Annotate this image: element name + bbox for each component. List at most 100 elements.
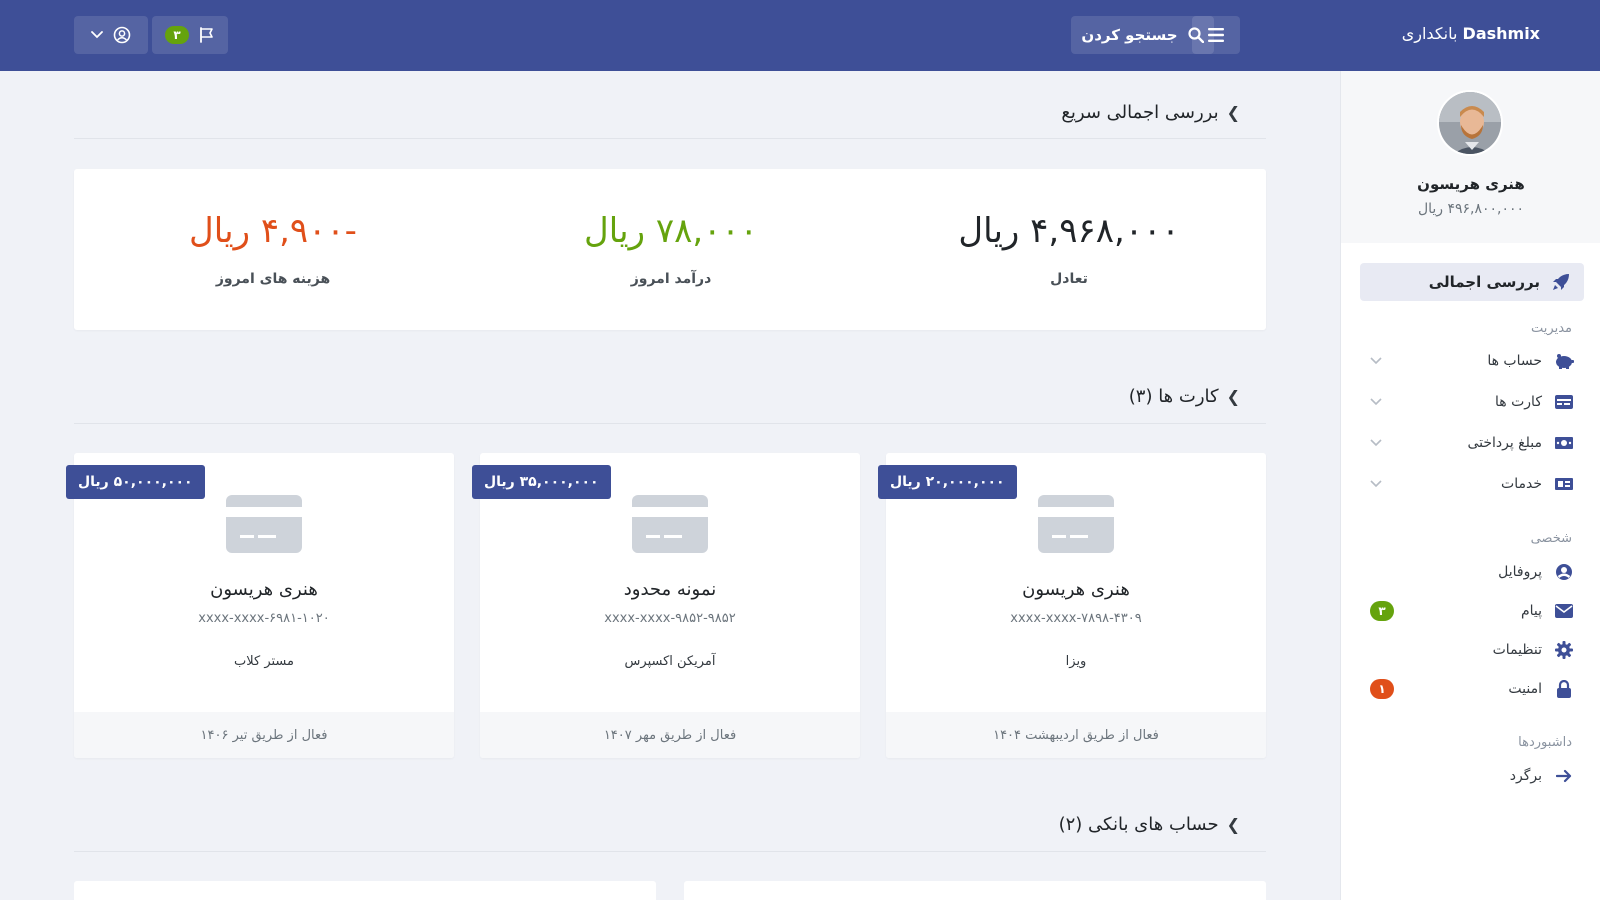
sidebar-item-accounts-label: حساب ها [1487,353,1542,369]
credit-card-icon [632,495,708,553]
card-footer: فعال از طریق مهر ۱۴۰۷ [480,712,860,758]
user-circle-icon [1554,562,1574,582]
card-holder-name: نمونه محدود [623,579,717,600]
credit-card-item[interactable]: ۳۵,۰۰۰,۰۰۰ ریال نمونه محدود xxxx-xxxx-۹۸… [472,453,860,758]
sidebar-heading-personal: شخصی [1530,531,1572,546]
user-circle-icon [113,26,131,44]
accounts-section-title[interactable]: ❯ حساب های بانکی (۲) [1059,814,1240,835]
sidebar-item-go-back[interactable]: برگرد [1360,761,1584,791]
sidebar-heading-dashboards: داشبوردها [1518,735,1572,750]
chevron-left-icon: ❯ [1226,815,1240,834]
divider [74,138,1266,139]
services-icon [1554,474,1574,494]
card-footer: فعال از طریق اردیبهشت ۱۴۰۴ [886,712,1266,758]
divider [74,423,1266,424]
gear-icon [1554,640,1574,660]
sidebar-item-settings-label: تنظیمات [1492,642,1542,658]
sidebar-item-overview-label: بررسی اجمالی [1428,273,1540,291]
sidebar-item-overview[interactable]: بررسی اجمالی [1360,263,1584,301]
chevron-down-icon[interactable] [1370,439,1382,447]
chevron-left-icon: ❯ [1226,387,1240,406]
piggy-bank-icon [1554,351,1574,371]
sidebar-item-profile[interactable]: پروفایل [1360,557,1584,587]
sidebar-item-settings[interactable]: تنظیمات [1360,635,1584,665]
sidebar-item-payments[interactable]: مبلغ پرداختی [1360,428,1584,458]
credit-card-item[interactable]: ۵۰,۰۰۰,۰۰۰ ریال هنری هریسون xxxx-xxxx-۶۹… [66,453,454,758]
notifications-badge: ۳ [165,26,189,44]
sidebar-item-services[interactable]: خدمات [1360,469,1584,499]
stat-expenses-label: هزینه های امروز [215,271,331,287]
sidebar-item-accounts[interactable]: حساب ها [1360,346,1584,376]
card-limit-ribbon: ۵۰,۰۰۰,۰۰۰ ریال [66,465,205,499]
credit-card-icon [1038,495,1114,553]
card-holder-name: هنری هریسون [210,579,318,600]
stat-balance-label: تعادل [1050,271,1088,287]
top-header: Dashmix بانکداری جستجو کردن ۳ [0,0,1600,71]
credit-card-icon [226,495,302,553]
money-bill-icon [1554,433,1574,453]
card-limit-ribbon: ۲۰,۰۰۰,۰۰۰ ریال [878,465,1017,499]
sidebar-heading-management: مدیریت [1531,321,1572,336]
sidebar-profile: هنری هریسون ۴۹۶,۸۰۰,۰۰۰ ریال [1341,71,1600,243]
search-icon [1188,27,1204,43]
rocket-icon [1553,274,1569,290]
messages-badge: ۳ [1370,601,1394,621]
stat-income: ۷۸,۰۰۰ ریال درآمد امروز [472,169,870,330]
bank-account-card[interactable] [74,881,656,900]
card-type: مستر کلاب [234,654,294,669]
stat-income-label: درآمد امروز [630,271,712,287]
arrow-back-icon [1554,766,1574,786]
sidebar-item-security[interactable]: امنیت ۱ [1360,674,1584,704]
sidebar-item-messages[interactable]: پیام ۳ [1360,596,1584,626]
stat-balance: ۴,۹۶۸,۰۰۰ ریال تعادل [870,169,1268,330]
sidebar-item-cards[interactable]: کارت ها [1360,387,1584,417]
bank-account-card[interactable] [684,881,1266,900]
avatar[interactable] [1437,90,1503,156]
credit-card-icon [1554,392,1574,412]
flag-icon [200,27,213,43]
stat-expenses-value: -۴,۹۰۰ ریال [189,211,357,251]
chevron-left-icon: ❯ [1226,103,1240,122]
divider [74,851,1266,852]
avatar-image [1439,92,1501,154]
chevron-down-icon[interactable] [1370,357,1382,365]
notifications-button[interactable]: ۳ [152,16,228,54]
card-limit-ribbon: ۳۵,۰۰۰,۰۰۰ ریال [472,465,611,499]
stat-expenses: -۴,۹۰۰ ریال هزینه های امروز [74,169,472,330]
profile-name[interactable]: هنری هریسون [1341,175,1600,193]
cards-section-title[interactable]: ❯ کارت ها (۳) [1129,386,1240,407]
overview-section-title[interactable]: ❯ بررسی اجمالی سریع [1061,102,1240,123]
card-type: ویزا [1065,654,1087,669]
cards-title-text: کارت ها (۳) [1128,386,1219,407]
credit-card-item[interactable]: ۲۰,۰۰۰,۰۰۰ ریال هنری هریسون xxxx-xxxx-۷۸… [878,453,1266,758]
envelope-icon [1554,601,1574,621]
brand-name: Dashmix [1462,24,1540,43]
card-number: xxxx-xxxx-۹۸۵۲-۹۸۵۲ [604,611,736,626]
card-holder-name: هنری هریسون [1022,579,1130,600]
chevron-down-icon[interactable] [1370,480,1382,488]
stat-income-value: ۷۸,۰۰۰ ریال [584,211,758,251]
sidebar-item-security-label: امنیت [1508,681,1542,697]
card-number: xxxx-xxxx-۶۹۸۱-۱۰۲۰ [198,611,330,626]
accounts-title-text: حساب های بانکی (۲) [1058,814,1219,835]
overview-stats-block: ۴,۹۶۸,۰۰۰ ریال تعادل ۷۸,۰۰۰ ریال درآمد ا… [74,169,1266,330]
sidebar-item-messages-label: پیام [1520,603,1542,619]
chevron-down-icon [91,31,103,39]
card-type: آمریکن اکسپرس [624,654,716,669]
overview-title-text: بررسی اجمالی سریع [1061,102,1219,123]
sidebar-item-profile-label: پروفایل [1498,564,1542,580]
sidebar-item-services-label: خدمات [1501,476,1542,492]
stat-balance-value: ۴,۹۶۸,۰۰۰ ریال [958,211,1180,251]
chevron-down-icon[interactable] [1370,398,1382,406]
security-badge: ۱ [1370,679,1394,699]
card-footer: فعال از طریق تیر ۱۴۰۶ [74,712,454,758]
card-number: xxxx-xxxx-۷۸۹۸-۴۳۰۹ [1010,611,1142,626]
sidebar-item-cards-label: کارت ها [1495,394,1542,410]
lock-icon [1554,679,1574,699]
user-dropdown-button[interactable] [74,16,148,54]
brand-logo[interactable]: Dashmix بانکداری [1402,22,1540,46]
sidebar-item-payments-label: مبلغ پرداختی [1467,435,1542,451]
search-button-label: جستجو کردن [1081,26,1178,44]
brand-subtitle: بانکداری [1401,24,1458,43]
search-button[interactable]: جستجو کردن [1071,16,1214,54]
